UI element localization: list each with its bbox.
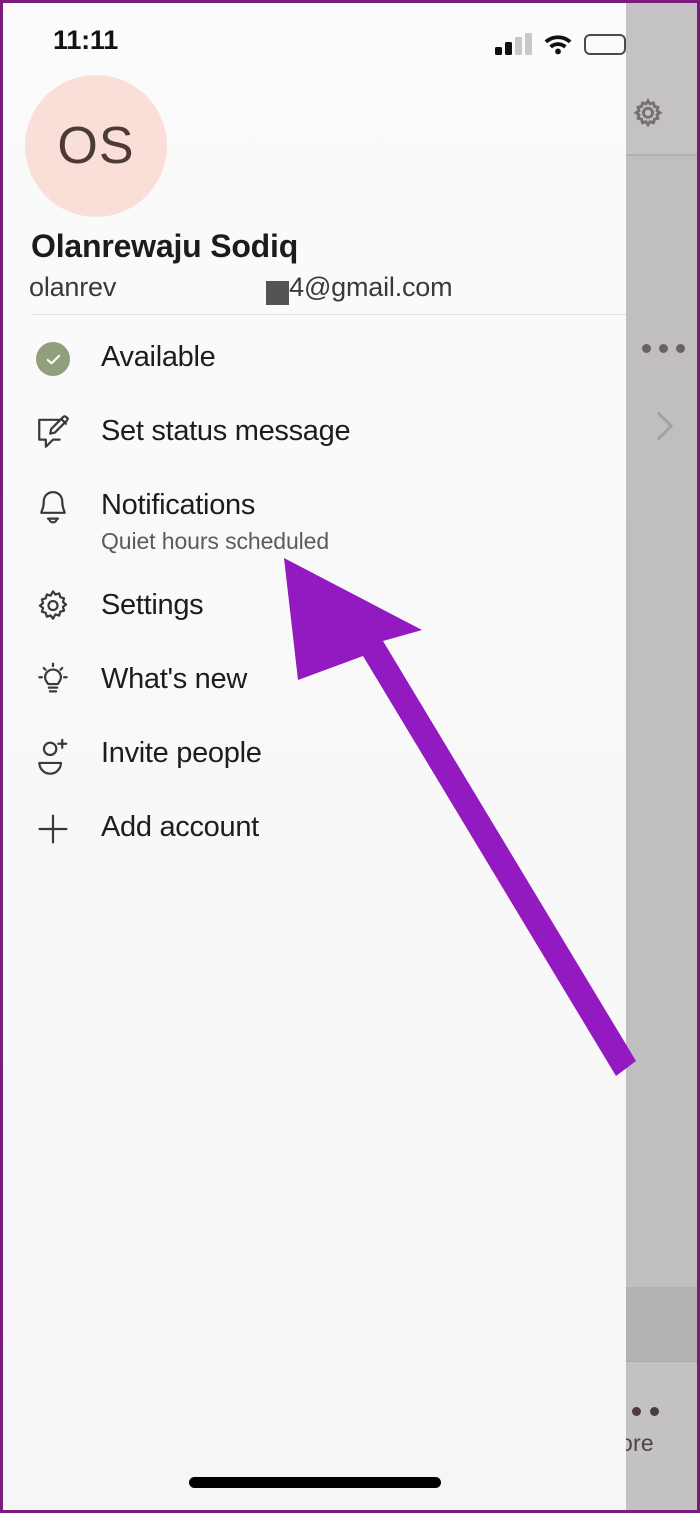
gear-icon[interactable]: [626, 95, 670, 139]
more-horizontal-icon[interactable]: [642, 343, 692, 353]
backdrop-tab-bar[interactable]: ore: [620, 1361, 697, 1510]
edit-message-icon: [31, 411, 75, 455]
menu-item-label: Invite people: [101, 737, 262, 769]
menu-item-label: Set status message: [101, 415, 351, 447]
menu-item-label: Settings: [101, 589, 204, 621]
menu-item-whats-new[interactable]: What's new: [3, 657, 626, 731]
account-menu-list: Available Set status message Notificatio…: [3, 335, 626, 879]
home-indicator: [188, 1477, 441, 1488]
person-add-icon: [31, 733, 75, 777]
battery-icon: [584, 34, 626, 55]
menu-item-sublabel: Quiet hours scheduled: [101, 528, 330, 554]
dimmed-background-app[interactable]: ore: [620, 3, 697, 1510]
lightbulb-icon: [31, 659, 75, 703]
plus-icon: [31, 807, 75, 851]
check-circle-icon: [31, 337, 75, 381]
wifi-icon: [543, 32, 573, 55]
status-bar-icons: [495, 29, 626, 55]
menu-item-set-status-message[interactable]: Set status message: [3, 409, 626, 483]
menu-item-add-account[interactable]: Add account: [3, 805, 626, 879]
profile-email-end: 4@gmail.com: [289, 271, 453, 302]
status-bar-clock: 11:11: [53, 25, 119, 55]
profile-name: Olanrewaju Sodiq: [31, 228, 299, 264]
backdrop-content: [620, 156, 697, 1287]
account-drawer-panel: 11:11 OS Olanrewaju Sodiq olanrev 4@gmai…: [3, 3, 626, 1510]
bell-icon: [31, 485, 75, 529]
profile-email: olanrev 4@gmail.com: [29, 270, 453, 305]
avatar-initials: OS: [57, 117, 135, 175]
gear-icon: [31, 585, 75, 629]
menu-item-label: What's new: [101, 663, 247, 695]
menu-item-label: Add account: [101, 811, 259, 843]
divider: [31, 314, 626, 315]
menu-item-settings[interactable]: Settings: [3, 583, 626, 657]
backdrop-top-bar: [620, 3, 697, 155]
menu-item-invite-people[interactable]: Invite people: [3, 731, 626, 805]
avatar[interactable]: OS: [25, 75, 167, 217]
menu-item-label: Available: [101, 341, 216, 373]
phone-screenshot: ore 11:11 OS Olanrewaju Sodiq olanrev 4@…: [0, 0, 700, 1513]
email-redaction-block: [266, 281, 290, 305]
menu-item-label: Notifications: [101, 489, 256, 521]
menu-item-notifications[interactable]: Notifications Quiet hours scheduled: [3, 483, 626, 583]
more-dots-icon[interactable]: [632, 1407, 659, 1416]
profile-email-start: olanrev: [29, 271, 117, 302]
cellular-signal-icon: [495, 33, 532, 55]
chevron-right-icon[interactable]: [650, 406, 680, 446]
menu-item-available[interactable]: Available: [3, 335, 626, 409]
status-bar: 11:11: [3, 3, 626, 65]
